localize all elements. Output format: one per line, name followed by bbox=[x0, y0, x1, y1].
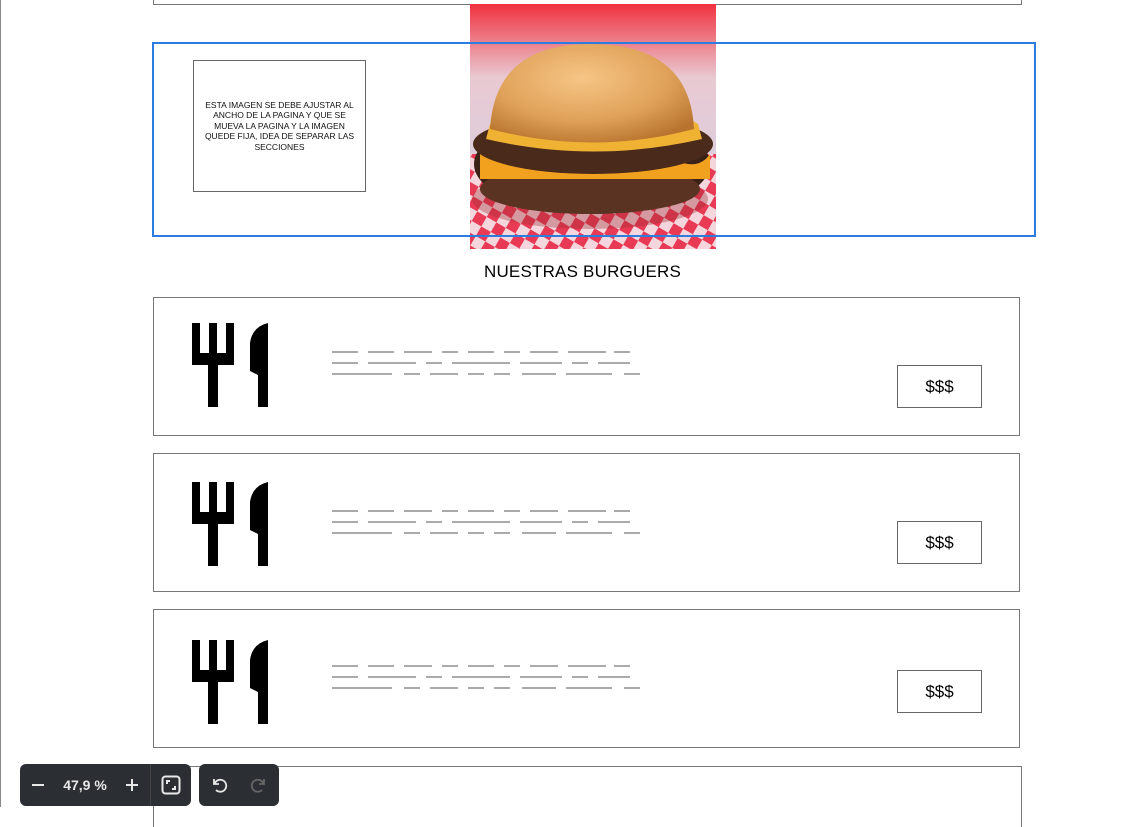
fork-knife-icon bbox=[192, 640, 268, 729]
sticky-note-text: ESTA IMAGEN SE DEBE AJUSTAR AL ANCHO DE … bbox=[204, 99, 355, 152]
canvas-toolbar: 47,9 % bbox=[20, 764, 279, 806]
description-placeholder bbox=[332, 510, 644, 543]
description-placeholder bbox=[332, 351, 644, 384]
history-controls bbox=[199, 764, 279, 806]
price-box[interactable]: $$$ bbox=[897, 521, 982, 564]
plus-icon[interactable] bbox=[114, 764, 150, 806]
price-box[interactable]: $$$ bbox=[897, 670, 982, 713]
sticky-note[interactable]: ESTA IMAGEN SE DEBE AJUSTAR AL ANCHO DE … bbox=[193, 60, 366, 192]
menu-card[interactable]: $$$ bbox=[153, 609, 1020, 748]
page-edge bbox=[0, 0, 1, 807]
zoom-controls: 47,9 % bbox=[20, 764, 191, 806]
fork-knife-icon bbox=[192, 323, 268, 412]
redo-icon[interactable] bbox=[239, 764, 279, 806]
menu-card-partial[interactable] bbox=[153, 766, 1022, 827]
zoom-level[interactable]: 47,9 % bbox=[56, 777, 114, 793]
price-box[interactable]: $$$ bbox=[897, 365, 982, 408]
undo-icon[interactable] bbox=[199, 764, 239, 806]
section-title: NUESTRAS BURGUERS bbox=[483, 262, 682, 281]
description-placeholder bbox=[332, 665, 644, 698]
fork-knife-icon bbox=[192, 482, 268, 571]
menu-card[interactable]: $$$ bbox=[153, 453, 1020, 592]
fit-screen-icon[interactable] bbox=[151, 764, 191, 806]
menu-card[interactable]: $$$ bbox=[153, 297, 1020, 436]
minus-icon[interactable] bbox=[20, 764, 56, 806]
